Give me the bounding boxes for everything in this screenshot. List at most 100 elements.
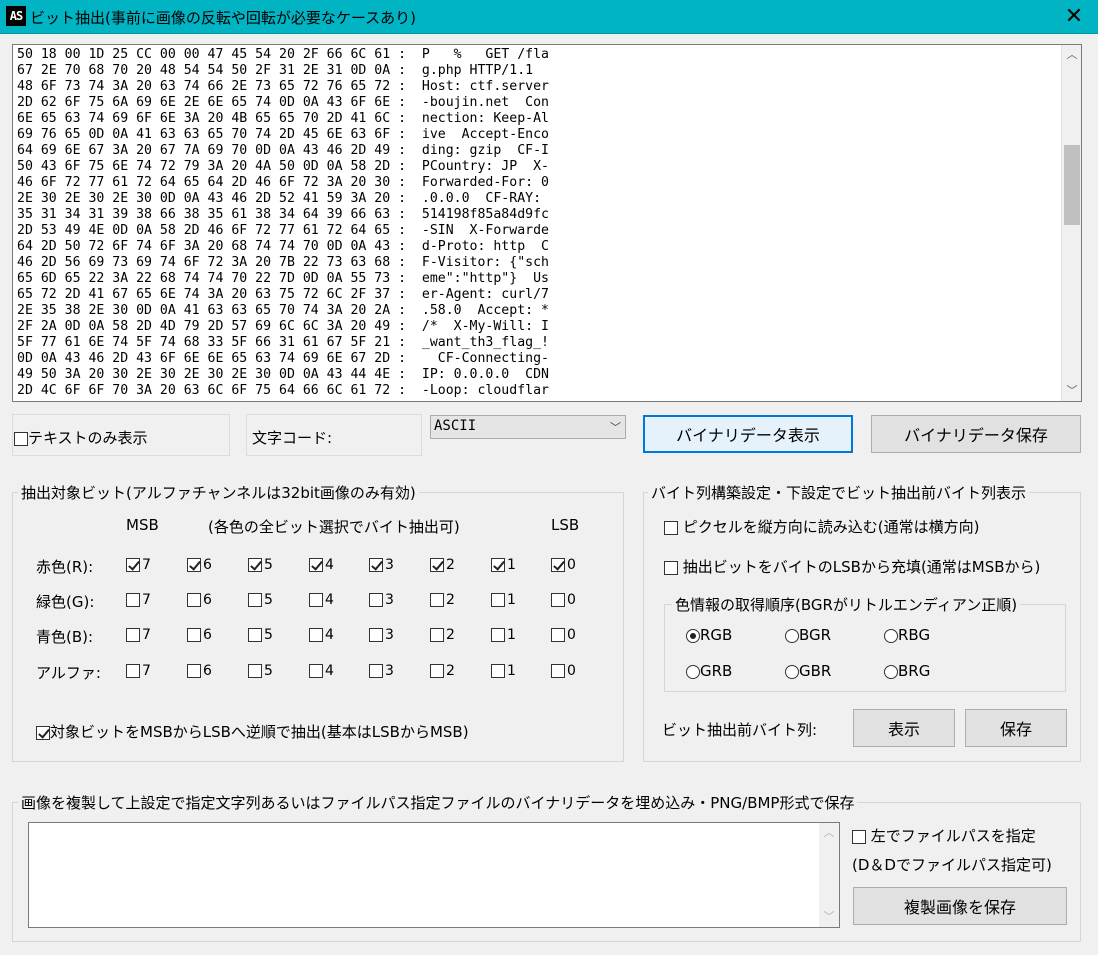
bit-checkbox-1-1[interactable]: 1 <box>491 592 516 608</box>
bit-checkbox-2-3[interactable]: 3 <box>369 627 394 643</box>
bit-checkbox-1-4[interactable]: 4 <box>309 592 334 608</box>
close-button[interactable]: ✕ <box>1060 3 1088 31</box>
order-radio-rbg[interactable]: RBG <box>884 626 930 644</box>
bit-checkbox-box[interactable] <box>187 664 201 678</box>
order-radio-brg[interactable]: BRG <box>884 662 930 680</box>
bit-checkbox-box[interactable] <box>309 593 323 607</box>
bit-checkbox-box[interactable] <box>369 593 383 607</box>
radio-dot[interactable] <box>884 628 898 643</box>
order-radio-rgb[interactable]: RGB <box>686 626 732 644</box>
radio-dot[interactable] <box>785 628 799 643</box>
bit-checkbox-box[interactable] <box>309 558 323 572</box>
bit-checkbox-0-6[interactable]: 6 <box>187 557 212 573</box>
radio-dot[interactable] <box>686 664 700 679</box>
order-radio-grb[interactable]: GRB <box>686 662 732 680</box>
bit-checkbox-0-1[interactable]: 1 <box>491 557 516 573</box>
bit-checkbox-0-0[interactable]: 0 <box>551 557 576 573</box>
bit-checkbox-box[interactable] <box>430 558 444 572</box>
bit-checkbox-box[interactable] <box>551 593 565 607</box>
bit-checkbox-box[interactable] <box>126 628 140 642</box>
bit-checkbox-3-6[interactable]: 6 <box>187 663 212 679</box>
bit-checkbox-0-7[interactable]: 7 <box>126 557 151 573</box>
bit-checkbox-3-3[interactable]: 3 <box>369 663 394 679</box>
vertical-read-checkbox[interactable] <box>664 520 678 535</box>
bit-checkbox-1-0[interactable]: 0 <box>551 592 576 608</box>
bit-checkbox-box[interactable] <box>126 593 140 607</box>
bit-checkbox-3-2[interactable]: 2 <box>430 663 455 679</box>
bit-checkbox-box[interactable] <box>430 593 444 607</box>
bit-checkbox-3-7[interactable]: 7 <box>126 663 151 679</box>
bit-checkbox-box[interactable] <box>126 664 140 678</box>
order-radio-gbr[interactable]: GBR <box>785 662 831 680</box>
bit-checkbox-1-7[interactable]: 7 <box>126 592 151 608</box>
bit-checkbox-box[interactable] <box>369 558 383 572</box>
lsb-fill-checkbox[interactable] <box>664 560 678 575</box>
text-only-toggle[interactable]: テキストのみ表示 <box>14 427 148 448</box>
lsb-fill-toggle[interactable]: 抽出ビットをバイトのLSBから充填(通常はMSBから) <box>664 556 1040 577</box>
embed-text-input[interactable]: ︿ ﹀ <box>28 822 840 928</box>
radio-dot[interactable] <box>785 664 799 679</box>
bit-checkbox-box[interactable] <box>309 628 323 642</box>
bit-checkbox-box[interactable] <box>248 664 262 678</box>
bit-checkbox-2-1[interactable]: 1 <box>491 627 516 643</box>
radio-dot[interactable] <box>686 628 700 643</box>
embed-scroll-down-icon[interactable]: ﹀ <box>819 907 839 927</box>
reverse-checkbox[interactable] <box>36 725 50 740</box>
bit-checkbox-2-4[interactable]: 4 <box>309 627 334 643</box>
bit-checkbox-box[interactable] <box>491 558 505 572</box>
save-pre-bytes-button[interactable]: 保存 <box>965 709 1067 747</box>
filepath-toggle[interactable]: 左でファイルパスを指定 <box>852 825 1036 846</box>
bit-checkbox-box[interactable] <box>187 628 201 642</box>
bit-checkbox-2-0[interactable]: 0 <box>551 627 576 643</box>
embed-scroll-up-icon[interactable]: ︿ <box>819 823 839 843</box>
bit-checkbox-box[interactable] <box>187 558 201 572</box>
bit-checkbox-box[interactable] <box>491 628 505 642</box>
bit-checkbox-0-2[interactable]: 2 <box>430 557 455 573</box>
scroll-up-icon[interactable]: ︿ <box>1062 45 1081 65</box>
bit-checkbox-2-5[interactable]: 5 <box>248 627 273 643</box>
vertical-read-toggle[interactable]: ピクセルを縦方向に読み込む(通常は横方向) <box>664 516 980 537</box>
bit-checkbox-1-5[interactable]: 5 <box>248 592 273 608</box>
bit-checkbox-3-1[interactable]: 1 <box>491 663 516 679</box>
bit-checkbox-0-3[interactable]: 3 <box>369 557 394 573</box>
bit-checkbox-1-6[interactable]: 6 <box>187 592 212 608</box>
bit-checkbox-1-3[interactable]: 3 <box>369 592 394 608</box>
bit-checkbox-box[interactable] <box>369 664 383 678</box>
bit-checkbox-box[interactable] <box>551 558 565 572</box>
bit-checkbox-0-5[interactable]: 5 <box>248 557 273 573</box>
bit-checkbox-box[interactable] <box>309 664 323 678</box>
reverse-toggle[interactable]: 対象ビットをMSBからLSBへ逆順で抽出(基本はLSBからMSB) <box>36 721 469 742</box>
bit-checkbox-box[interactable] <box>430 628 444 642</box>
bit-checkbox-0-4[interactable]: 4 <box>309 557 334 573</box>
bit-checkbox-2-2[interactable]: 2 <box>430 627 455 643</box>
bit-checkbox-box[interactable] <box>248 628 262 642</box>
bit-checkbox-box[interactable] <box>551 664 565 678</box>
radio-dot[interactable] <box>884 664 898 679</box>
bit-checkbox-box[interactable] <box>430 664 444 678</box>
bit-checkbox-box[interactable] <box>187 593 201 607</box>
save-copy-image-button[interactable]: 複製画像を保存 <box>853 887 1067 925</box>
bit-checkbox-2-6[interactable]: 6 <box>187 627 212 643</box>
bit-checkbox-3-0[interactable]: 0 <box>551 663 576 679</box>
dump-scrollbar[interactable]: ︿ ﹀ <box>1061 45 1081 401</box>
bit-checkbox-box[interactable] <box>491 664 505 678</box>
bit-checkbox-box[interactable] <box>491 593 505 607</box>
scroll-down-icon[interactable]: ﹀ <box>1062 381 1081 401</box>
text-only-checkbox[interactable] <box>14 431 28 446</box>
show-binary-button[interactable]: バイナリデータ表示 <box>643 415 853 453</box>
bit-checkbox-box[interactable] <box>126 558 140 572</box>
filepath-checkbox[interactable] <box>852 829 866 844</box>
bit-checkbox-box[interactable] <box>248 558 262 572</box>
bit-checkbox-3-5[interactable]: 5 <box>248 663 273 679</box>
hex-dump-textarea[interactable]: 50 18 00 1D 25 CC 00 00 47 45 54 20 2F 6… <box>12 44 1082 402</box>
bit-checkbox-box[interactable] <box>248 593 262 607</box>
show-pre-bytes-button[interactable]: 表示 <box>853 709 955 747</box>
bit-checkbox-2-7[interactable]: 7 <box>126 627 151 643</box>
bit-checkbox-3-4[interactable]: 4 <box>309 663 334 679</box>
bit-checkbox-box[interactable] <box>369 628 383 642</box>
save-binary-button[interactable]: バイナリデータ保存 <box>871 415 1081 453</box>
bit-checkbox-box[interactable] <box>551 628 565 642</box>
order-radio-bgr[interactable]: BGR <box>785 626 831 644</box>
scroll-thumb[interactable] <box>1064 145 1080 225</box>
embed-scrollbar[interactable]: ︿ ﹀ <box>819 823 839 927</box>
